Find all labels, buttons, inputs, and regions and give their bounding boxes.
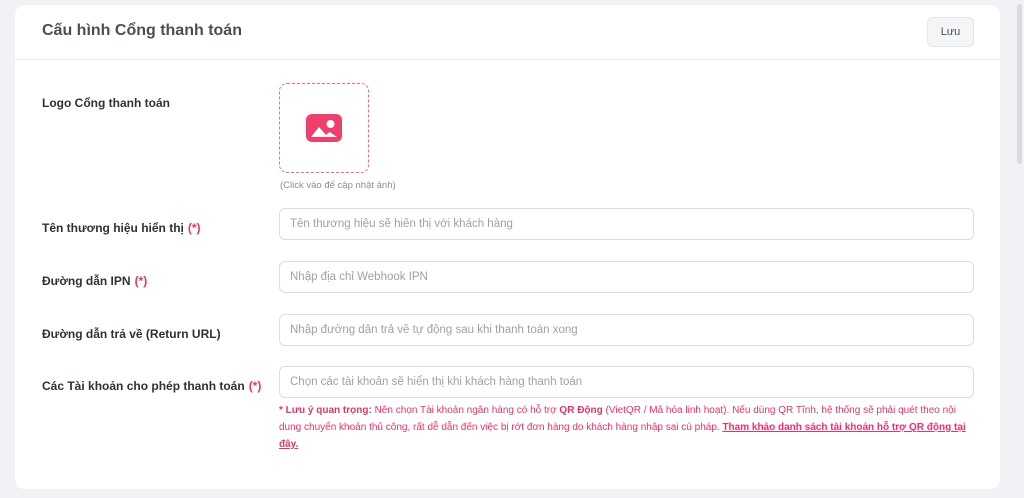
logo-upload-hint: (Click vào để cập nhật ảnh) bbox=[280, 180, 396, 191]
save-button[interactable]: Lưu bbox=[927, 17, 974, 47]
image-icon bbox=[306, 114, 342, 142]
return-url-label: Đường dẫn trả về (Return URL) bbox=[42, 327, 221, 341]
page-title: Cấu hình Cổng thanh toán bbox=[42, 22, 242, 39]
ipn-label: Đường dẫn IPN (*) bbox=[42, 274, 147, 288]
logo-label: Logo Cổng thanh toán bbox=[42, 96, 170, 110]
card-header: Cấu hình Cổng thanh toán Lưu bbox=[15, 5, 1000, 60]
brand-name-label: Tên thương hiệu hiển thị (*) bbox=[42, 221, 201, 235]
note-text-1: Nên chọn Tài khoản ngân hàng có hỗ trợ bbox=[371, 405, 560, 416]
return-url-input[interactable] bbox=[279, 314, 974, 346]
accounts-label: Các Tài khoản cho phép thanh toán (*) bbox=[42, 379, 261, 393]
ipn-url-input[interactable] bbox=[279, 261, 974, 293]
qr-warning-note: * Lưu ý quan trọng: Nên chọn Tài khoản n… bbox=[279, 402, 979, 453]
page-scrollbar[interactable] bbox=[1017, 4, 1022, 164]
required-marker: (*) bbox=[134, 274, 148, 288]
accounts-select-placeholder: Chọn các tài khoản sẽ hiển thị khi khách… bbox=[290, 376, 583, 388]
required-marker: (*) bbox=[187, 221, 201, 235]
accounts-label-text: Các Tài khoản cho phép thanh toán bbox=[42, 379, 245, 393]
required-marker: (*) bbox=[248, 379, 262, 393]
ipn-label-text: Đường dẫn IPN bbox=[42, 274, 131, 288]
brand-name-label-text: Tên thương hiệu hiển thị bbox=[42, 221, 184, 235]
logo-upload-area[interactable] bbox=[279, 83, 369, 173]
brand-name-input[interactable] bbox=[279, 208, 974, 240]
note-prefix: * Lưu ý quan trọng: bbox=[279, 405, 372, 416]
payment-gateway-config-card: Cấu hình Cổng thanh toán Lưu Logo Cổng t… bbox=[15, 5, 1000, 489]
accounts-select[interactable]: Chọn các tài khoản sẽ hiển thị khi khách… bbox=[279, 366, 974, 398]
note-highlight: QR Động bbox=[559, 405, 603, 416]
